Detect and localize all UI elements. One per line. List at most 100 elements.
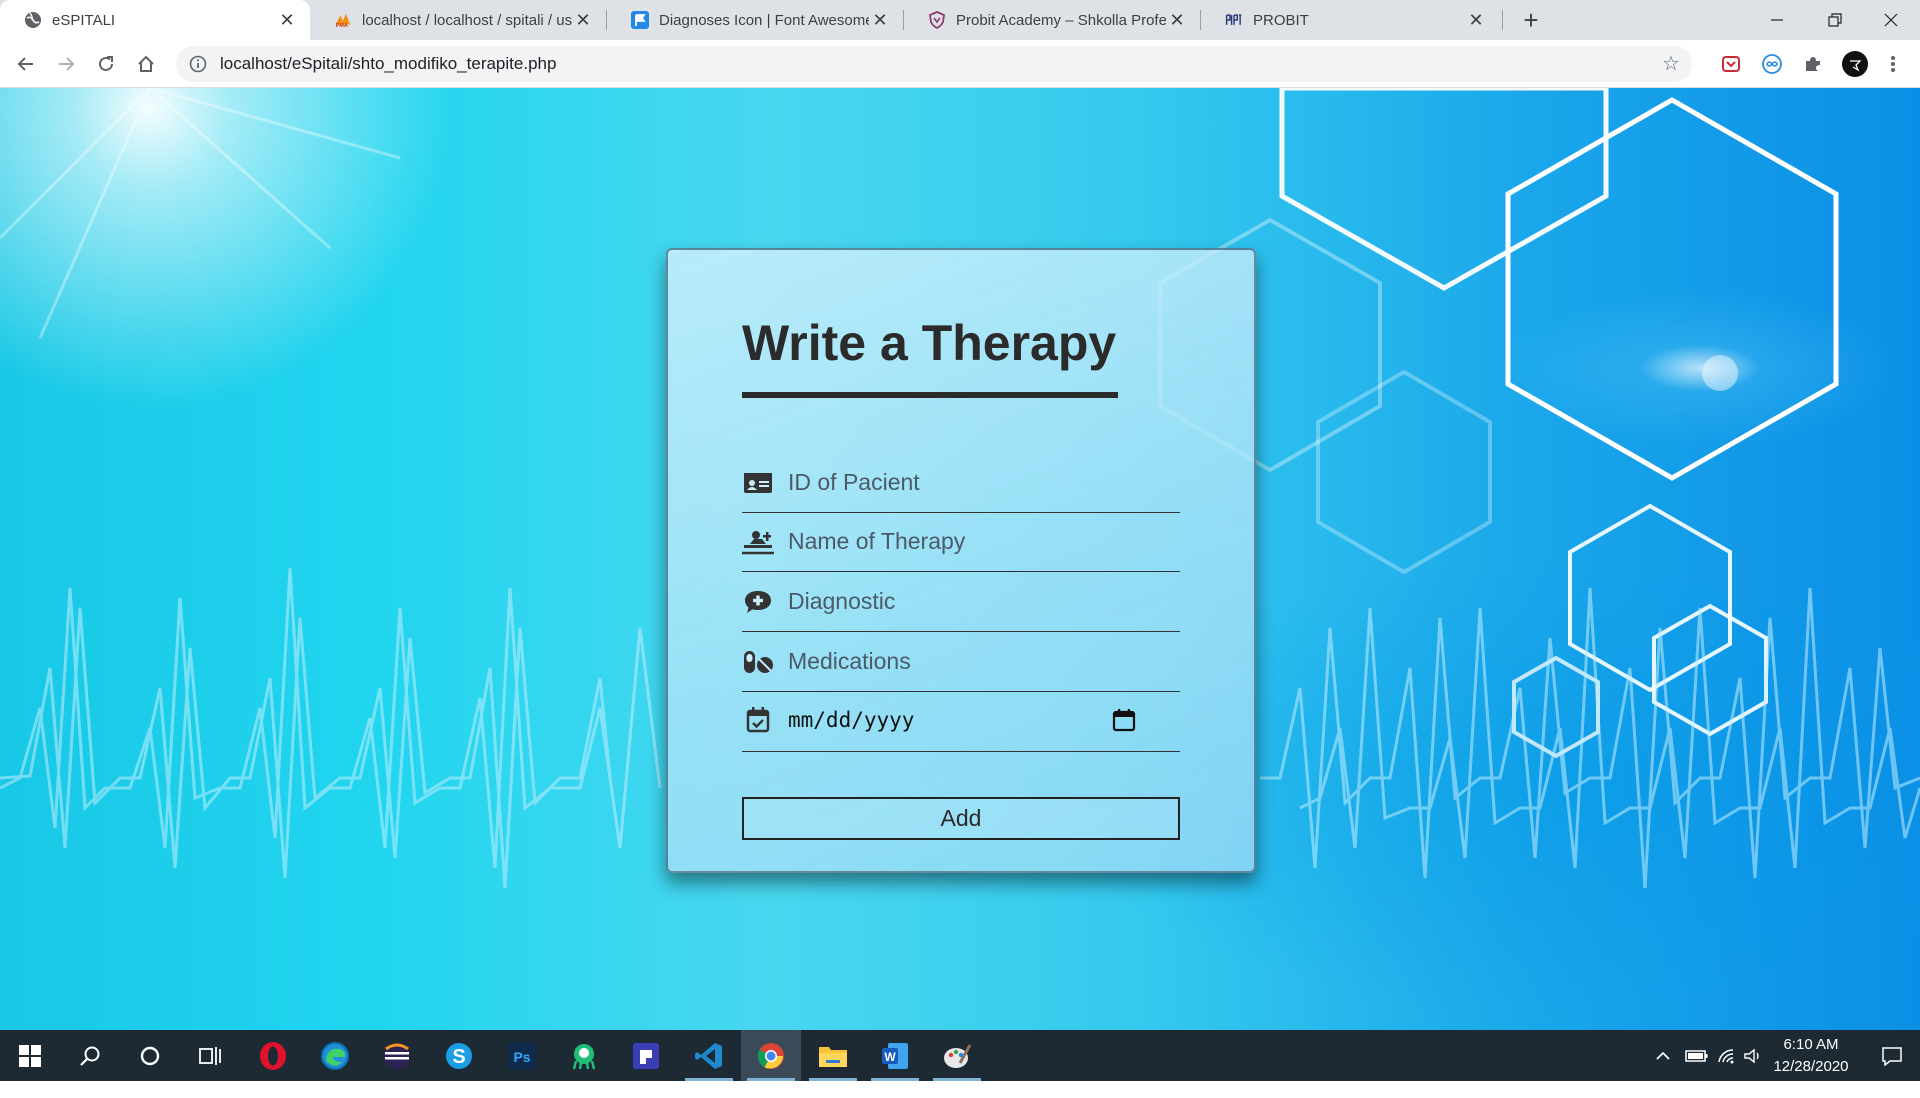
- restore-button[interactable]: [1806, 0, 1864, 40]
- close-tab-icon[interactable]: ✕: [572, 9, 594, 31]
- close-tab-icon[interactable]: ✕: [276, 9, 298, 31]
- page-viewport: Write a Therapy ID of Pacient Name of Th…: [0, 88, 1920, 1030]
- calendar-picker-icon[interactable]: [1112, 708, 1136, 732]
- infinity-extension-icon[interactable]: [1761, 53, 1783, 75]
- reload-button[interactable]: [90, 48, 122, 80]
- font-awesome-flag-icon: [631, 11, 649, 29]
- arrow-left-icon: [17, 57, 33, 71]
- gitkraken-app[interactable]: [554, 1030, 614, 1081]
- file-explorer-app[interactable]: [803, 1030, 863, 1081]
- tab-font-awesome[interactable]: Diagnoses Icon | Font Awesome ✕: [607, 0, 903, 40]
- back-button[interactable]: [10, 48, 42, 80]
- pills-icon: [742, 648, 774, 676]
- menu-kebab-icon[interactable]: [1882, 53, 1904, 75]
- address-bar[interactable]: localhost/eSpitali/shto_modifiko_terapit…: [176, 46, 1692, 82]
- notes-app[interactable]: [616, 1030, 676, 1081]
- pocket-extension-icon[interactable]: [1720, 53, 1742, 75]
- minimize-button[interactable]: [1748, 0, 1806, 40]
- date-input[interactable]: mm/dd/yyyy: [788, 708, 914, 732]
- svg-text:PMA: PMA: [336, 23, 348, 29]
- tab-title: Diagnoses Icon | Font Awesome: [659, 11, 869, 29]
- edge-app[interactable]: [305, 1030, 365, 1081]
- patient-id-placeholder: ID of Pacient: [788, 469, 920, 495]
- home-button[interactable]: [130, 48, 162, 80]
- tray-chevron-icon[interactable]: [1650, 1030, 1676, 1081]
- therapy-name-placeholder: Name of Therapy: [788, 528, 966, 554]
- skype-app[interactable]: S: [429, 1030, 489, 1081]
- paint-app[interactable]: [927, 1030, 987, 1081]
- opera-icon: [260, 1041, 286, 1070]
- info-icon[interactable]: [188, 54, 208, 74]
- date-field[interactable]: mm/dd/yyyy: [742, 688, 1180, 752]
- battery-icon[interactable]: [1682, 1030, 1712, 1081]
- add-button[interactable]: Add: [742, 797, 1180, 840]
- medications-field[interactable]: Medications: [742, 632, 1180, 692]
- tab-title: PROBIT: [1253, 11, 1309, 29]
- home-icon: [138, 55, 154, 72]
- tab-phpmyadmin[interactable]: PMA localhost / localhost / spitali / us…: [310, 0, 606, 40]
- vscode-icon: [695, 1042, 722, 1069]
- start-button[interactable]: [0, 1030, 60, 1081]
- close-tab-icon[interactable]: ✕: [1166, 9, 1188, 31]
- close-tab-icon[interactable]: ✕: [869, 9, 891, 31]
- cortana-button[interactable]: [120, 1030, 180, 1081]
- windows-logo-icon: [19, 1044, 41, 1067]
- tab-probit-academy[interactable]: Probit Academy – Shkolla Profesi ✕: [904, 0, 1200, 40]
- patient-id-field[interactable]: ID of Pacient: [742, 453, 1180, 513]
- diagnostic-placeholder: Diagnostic: [788, 588, 896, 614]
- minimize-icon: [1771, 19, 1783, 21]
- tab-title: Probit Academy – Shkolla Profesi: [956, 11, 1166, 29]
- svg-text:S: S: [452, 1046, 465, 1068]
- wifi-icon[interactable]: [1714, 1030, 1740, 1081]
- chrome-app[interactable]: [741, 1030, 801, 1081]
- tab-espitali[interactable]: eSPITALI ✕: [0, 0, 310, 40]
- vscode-app[interactable]: [679, 1030, 739, 1081]
- volume-icon[interactable]: [1740, 1030, 1766, 1081]
- photoshop-icon: Ps: [508, 1041, 536, 1070]
- probit-shield-icon: [928, 11, 946, 29]
- chrome-icon: [757, 1042, 784, 1069]
- close-icon: [1884, 13, 1898, 27]
- extensions-puzzle-icon[interactable]: [1802, 53, 1824, 75]
- skype-icon: S: [446, 1042, 472, 1069]
- task-view-button[interactable]: [180, 1030, 240, 1081]
- edge-icon: [321, 1041, 349, 1070]
- therapy-form-card: Write a Therapy ID of Pacient Name of Th…: [666, 248, 1256, 873]
- therapy-name-field[interactable]: Name of Therapy: [742, 512, 1180, 572]
- close-window-button[interactable]: [1862, 0, 1920, 40]
- profile-avatar[interactable]: [1841, 50, 1869, 78]
- bottom-strip: [0, 1081, 1920, 1098]
- word-app[interactable]: W: [865, 1030, 925, 1081]
- phpmyadmin-icon: PMA: [334, 11, 352, 29]
- svg-text:W: W: [884, 1050, 896, 1064]
- notifications-button[interactable]: [1864, 1030, 1920, 1081]
- clock-time: 6:10 AM: [1783, 1036, 1839, 1053]
- restore-icon: [1828, 13, 1842, 27]
- notes-icon: [633, 1042, 659, 1069]
- reload-icon: [99, 56, 113, 71]
- new-tab-button[interactable]: +: [1517, 5, 1545, 35]
- taskbar-clock[interactable]: 6:10 AM 12/28/2020: [1766, 1034, 1856, 1078]
- eclipse-icon: [384, 1042, 410, 1069]
- title-underline: [742, 392, 1118, 398]
- tab-probit[interactable]: PROBIT ✕: [1201, 0, 1499, 40]
- browser-toolbar: localhost/eSpitali/shto_modifiko_terapit…: [0, 40, 1920, 88]
- gitkraken-icon: [572, 1043, 596, 1069]
- diagnostic-field[interactable]: Diagnostic: [742, 572, 1180, 632]
- bookmark-star-icon[interactable]: ☆: [1660, 53, 1682, 75]
- comment-medical-icon: [742, 588, 774, 616]
- probit-logo-icon: [1225, 11, 1243, 29]
- cortana-icon: [140, 1046, 160, 1065]
- opera-app[interactable]: [243, 1030, 303, 1081]
- forward-button[interactable]: [50, 48, 82, 80]
- clock-date: 12/28/2020: [1773, 1058, 1849, 1075]
- tab-title: localhost / localhost / spitali / us: [362, 11, 572, 29]
- search-button[interactable]: [60, 1030, 120, 1081]
- tab-title: eSPITALI: [52, 11, 116, 29]
- eclipse-app[interactable]: [367, 1030, 427, 1081]
- procedures-icon: [742, 528, 774, 556]
- close-tab-icon[interactable]: ✕: [1465, 9, 1487, 31]
- tab-separator: [1502, 10, 1503, 30]
- tab-strip: eSPITALI ✕ PMA localhost / localhost / s…: [0, 0, 1920, 40]
- photoshop-app[interactable]: Ps: [492, 1030, 552, 1081]
